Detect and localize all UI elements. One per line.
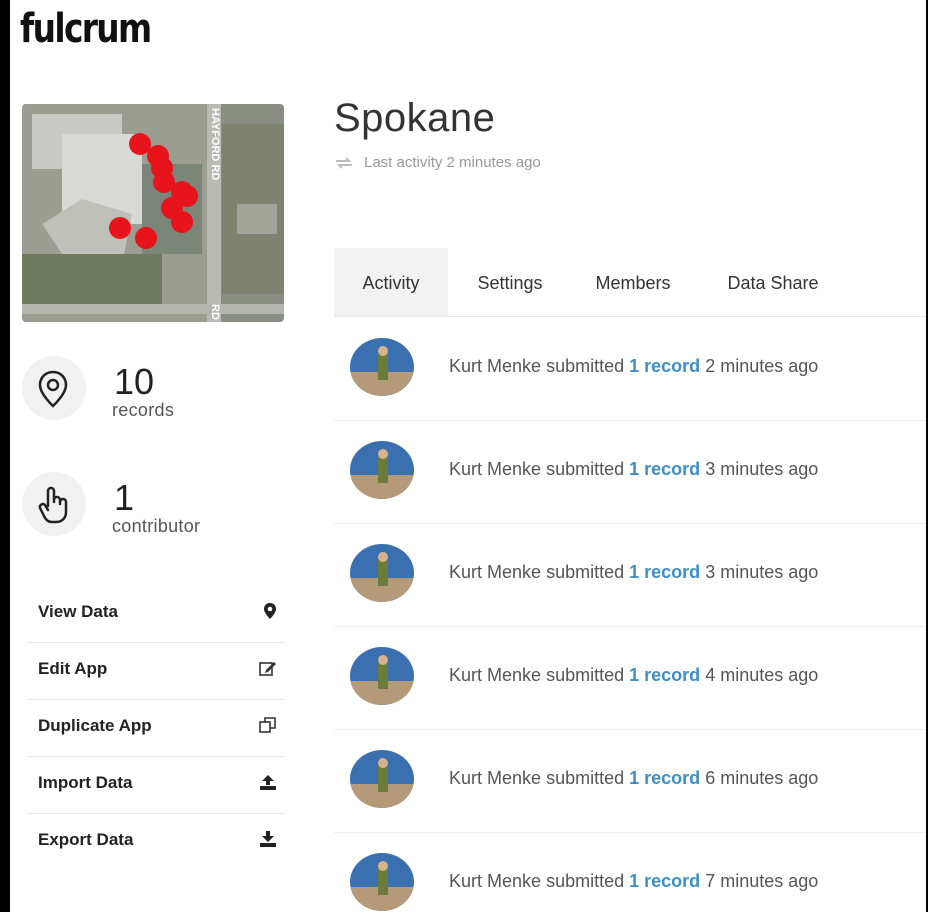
list-item: Kurt Menke submitted 1 record 4 minutes … xyxy=(334,627,926,730)
record-link[interactable]: 1 record xyxy=(629,459,700,479)
list-item: Kurt Menke submitted 1 record 3 minutes … xyxy=(334,421,926,524)
fulcrum-logo[interactable]: fulcrum xyxy=(20,6,152,52)
list-item: Kurt Menke submitted 1 record 3 minutes … xyxy=(334,524,926,627)
tab-bar: Activity Settings Members Data Share xyxy=(334,248,926,317)
avatar[interactable] xyxy=(350,853,414,911)
edit-icon xyxy=(259,662,276,676)
tab-members[interactable]: Members xyxy=(574,248,692,316)
page-title: Spokane xyxy=(334,96,496,140)
edit-app-label: Edit App xyxy=(38,659,108,678)
sync-icon xyxy=(336,157,352,169)
feed-text: Kurt Menke submitted 1 record 6 minutes … xyxy=(449,768,819,788)
list-item: Kurt Menke submitted 1 record 7 minutes … xyxy=(334,833,926,912)
list-item: Kurt Menke submitted 1 record 2 minutes … xyxy=(334,318,926,421)
avatar[interactable] xyxy=(350,647,414,705)
avatar[interactable] xyxy=(350,750,414,808)
upload-icon xyxy=(260,775,276,790)
avatar[interactable] xyxy=(350,338,414,396)
map-street-label-2: RD xyxy=(209,304,221,320)
hand-pointer-icon xyxy=(38,486,68,524)
export-data-button[interactable]: Export Data xyxy=(28,814,284,870)
view-data-button[interactable]: View Data xyxy=(28,586,284,643)
activity-feed: Kurt Menke submitted 1 record 2 minutes … xyxy=(334,318,926,912)
edit-app-button[interactable]: Edit App xyxy=(28,643,284,700)
contributors-icon-circle xyxy=(22,472,86,536)
record-link[interactable]: 1 record xyxy=(629,871,700,891)
records-label: records xyxy=(112,400,175,420)
tab-data-share[interactable]: Data Share xyxy=(702,248,844,316)
last-activity-text: Last activity 2 minutes ago xyxy=(364,154,541,171)
record-link[interactable]: 1 record xyxy=(629,562,700,582)
duplicate-app-button[interactable]: Duplicate App xyxy=(28,700,284,757)
app-actions-menu: View Data Edit App Duplicate App Import … xyxy=(28,586,284,870)
record-link[interactable]: 1 record xyxy=(629,356,700,376)
duplicate-app-label: Duplicate App xyxy=(38,716,152,735)
record-link[interactable]: 1 record xyxy=(629,768,700,788)
app-frame: fulcrum HAYFORD RD RD 10 records 1 contr… xyxy=(10,0,926,912)
records-count: 10 xyxy=(114,361,155,402)
feed-text: Kurt Menke submitted 1 record 3 minutes … xyxy=(449,562,819,582)
last-activity: Last activity 2 minutes ago xyxy=(334,154,541,171)
map-street-label: HAYFORD RD xyxy=(209,108,221,180)
import-data-label: Import Data xyxy=(38,773,133,792)
import-data-button[interactable]: Import Data xyxy=(28,757,284,814)
download-icon xyxy=(260,831,276,847)
feed-text: Kurt Menke submitted 1 record 4 minutes … xyxy=(449,665,819,685)
contributors-count: 1 xyxy=(114,477,135,518)
feed-text: Kurt Menke submitted 1 record 2 minutes … xyxy=(449,356,819,376)
satellite-map-image: HAYFORD RD RD xyxy=(22,104,284,322)
map-marker-icon xyxy=(264,603,276,619)
contributors-label: contributor xyxy=(112,516,201,536)
record-link[interactable]: 1 record xyxy=(629,665,700,685)
feed-text: Kurt Menke submitted 1 record 3 minutes … xyxy=(449,459,819,479)
view-data-label: View Data xyxy=(38,602,119,621)
map-pin-icon xyxy=(38,370,68,408)
records-icon-circle xyxy=(22,356,86,420)
feed-text: Kurt Menke submitted 1 record 7 minutes … xyxy=(449,871,819,891)
list-item: Kurt Menke submitted 1 record 6 minutes … xyxy=(334,730,926,833)
avatar[interactable] xyxy=(350,441,414,499)
duplicate-icon xyxy=(259,717,276,733)
export-data-label: Export Data xyxy=(38,830,134,849)
avatar[interactable] xyxy=(350,544,414,602)
map-thumbnail[interactable]: HAYFORD RD RD xyxy=(22,104,284,322)
tab-activity[interactable]: Activity xyxy=(334,248,448,316)
tab-settings[interactable]: Settings xyxy=(454,248,566,316)
